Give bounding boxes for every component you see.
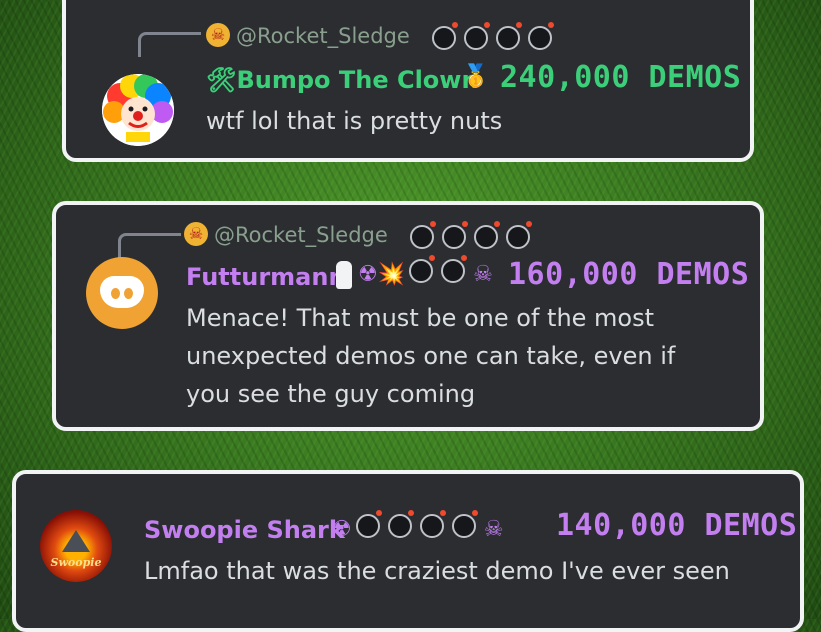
bomb-icon: [409, 255, 436, 283]
bomb-icon: [419, 510, 446, 538]
gas-mask-icon: ☠: [483, 517, 504, 542]
medal-icon: 🥇: [462, 64, 490, 89]
message-card-futturmann: ☠ @Rocket_Sledge Futturmann ☢💥 ☠ 160,000 …: [52, 201, 764, 431]
message-text: Menace! That must be one of the most une…: [186, 304, 676, 408]
author-name[interactable]: Swoopie Shark: [144, 516, 345, 544]
clown-avatar-icon: [102, 74, 174, 146]
demo-count: 140,000 DEMOS: [556, 508, 798, 543]
bomb-icon: [355, 510, 382, 538]
gas-mask-icon: ☠: [473, 262, 493, 287]
bomb-icon: [464, 22, 490, 50]
reply-connector: [118, 233, 181, 258]
radioactive-explosion-icons: ☢💥: [358, 262, 406, 287]
demo-count: 240,000 DEMOS: [500, 60, 742, 95]
reply-username[interactable]: @Rocket_Sledge: [236, 24, 410, 48]
message-text: wtf lol that is pretty nuts: [206, 107, 503, 135]
skull-icon: ☠: [206, 23, 230, 47]
bomb-icon: [496, 22, 522, 50]
shark-fin-icon: [62, 530, 90, 552]
reply-bombs: [432, 22, 560, 50]
reply-username[interactable]: @Rocket_Sledge: [214, 223, 388, 247]
author-name[interactable]: Futturmann: [186, 263, 346, 291]
discord-logo-icon: [100, 276, 144, 308]
author-badges: ☢ ☠: [332, 510, 507, 542]
bomb-icon: [387, 510, 414, 538]
avatar-caption: Swoopie: [50, 556, 102, 569]
bomb-icon: [410, 221, 436, 249]
avatar-bumpo[interactable]: [102, 74, 174, 146]
author-badges: ☢💥 ☠: [336, 255, 497, 293]
salt-shaker-icon: [336, 260, 352, 289]
radioactive-icon: ☢: [332, 517, 352, 542]
message-text: Lmfao that was the craziest demo I've ev…: [144, 557, 730, 585]
reply-bombs: [410, 221, 538, 249]
bomb-icon: [474, 221, 500, 249]
bomb-icon: [528, 22, 554, 50]
avatar-futturmann[interactable]: [86, 257, 158, 329]
bomb-icon: [432, 22, 458, 50]
skull-icon: ☠: [184, 222, 208, 246]
reply-connector: [138, 32, 201, 57]
bomb-icon: [451, 510, 478, 538]
message-card-bumpo: ☠ @Rocket_Sledge 🛠Bumpo The Clown 🥇 240,…: [62, 0, 754, 162]
avatar-swoopie[interactable]: Swoopie: [40, 510, 112, 582]
bomb-icon: [442, 221, 468, 249]
bomb-icon: [506, 221, 532, 249]
author-name[interactable]: 🛠Bumpo The Clown: [206, 66, 479, 94]
demo-count: 160,000 DEMOS: [508, 257, 750, 292]
message-card-swoopie: Swoopie Swoopie Shark ☢ ☠ 140,000 DEMOS L…: [12, 470, 804, 632]
bomb-icon: [441, 255, 468, 283]
